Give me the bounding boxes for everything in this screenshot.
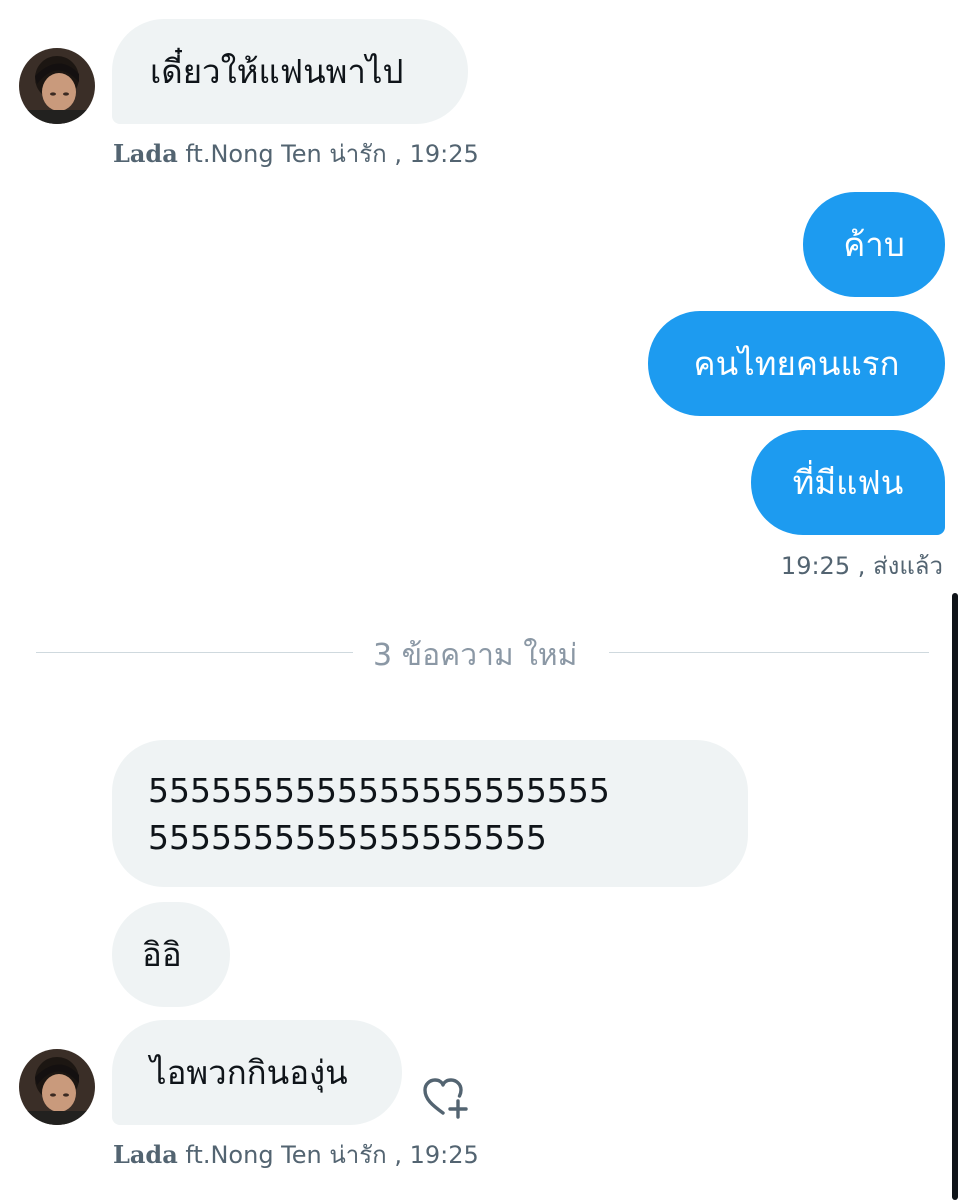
sender-name: Lada [113,1140,178,1169]
sender-avatar[interactable] [19,1049,95,1125]
incoming-message-bubble[interactable]: 5555555555555555555555 55555555555555555… [112,740,748,887]
new-messages-divider-label: 3 ข้อความ ใหม่ [373,638,578,673]
sender-name-suffix: ft.Nong Ten น่ารัก [185,1141,387,1169]
message-time: , 19:25 [394,140,479,168]
outgoing-message-bubble[interactable]: คนไทยคนแรก [648,311,945,416]
avatar-photo [19,48,95,124]
incoming-message-bubble[interactable]: ไอพวกกินองุ่น [112,1020,402,1125]
message-text-line: 5555555555555555555555 [148,770,610,810]
message-status: 19:25 , ส่งแล้ว [780,552,943,580]
incoming-message-bubble[interactable]: อิอิ [112,902,230,1007]
message-text: ไอพวกกินองุ่น [150,1053,348,1092]
outgoing-message-bubble[interactable]: ที่มีแฟน [751,430,945,535]
message-text: คนไทยคนแรก [693,344,900,383]
heart-plus-icon [423,1078,468,1119]
message-text: ที่มีแฟน [792,463,904,502]
scrollbar-thumb[interactable] [952,593,958,1200]
sender-name: Lada [113,139,178,168]
divider-line-left [36,652,353,653]
message-text: ค้าบ [843,225,905,264]
message-text: อิอิ [142,935,182,974]
message-meta: Lada ft.Nong Ten น่ารัก , 19:25 [113,134,479,173]
outgoing-message-bubble[interactable]: ค้าบ [803,192,945,297]
message-text-line: 5555555555555555555 [148,817,547,857]
avatar-photo [19,1049,95,1125]
message-meta: Lada ft.Nong Ten น่ารัก , 19:25 [113,1135,479,1174]
message-text: เดี๋ยวให้แฟนพาไป [150,52,404,91]
sender-avatar[interactable] [19,48,95,124]
sender-name-suffix: ft.Nong Ten น่ารัก [185,140,387,168]
divider-line-right [609,652,929,653]
message-text: 5555555555555555555555 55555555555555555… [148,767,610,861]
add-reaction-button[interactable] [420,1075,472,1121]
incoming-message-bubble[interactable]: เดี๋ยวให้แฟนพาไป [112,19,468,124]
message-time: , 19:25 [394,1141,479,1169]
